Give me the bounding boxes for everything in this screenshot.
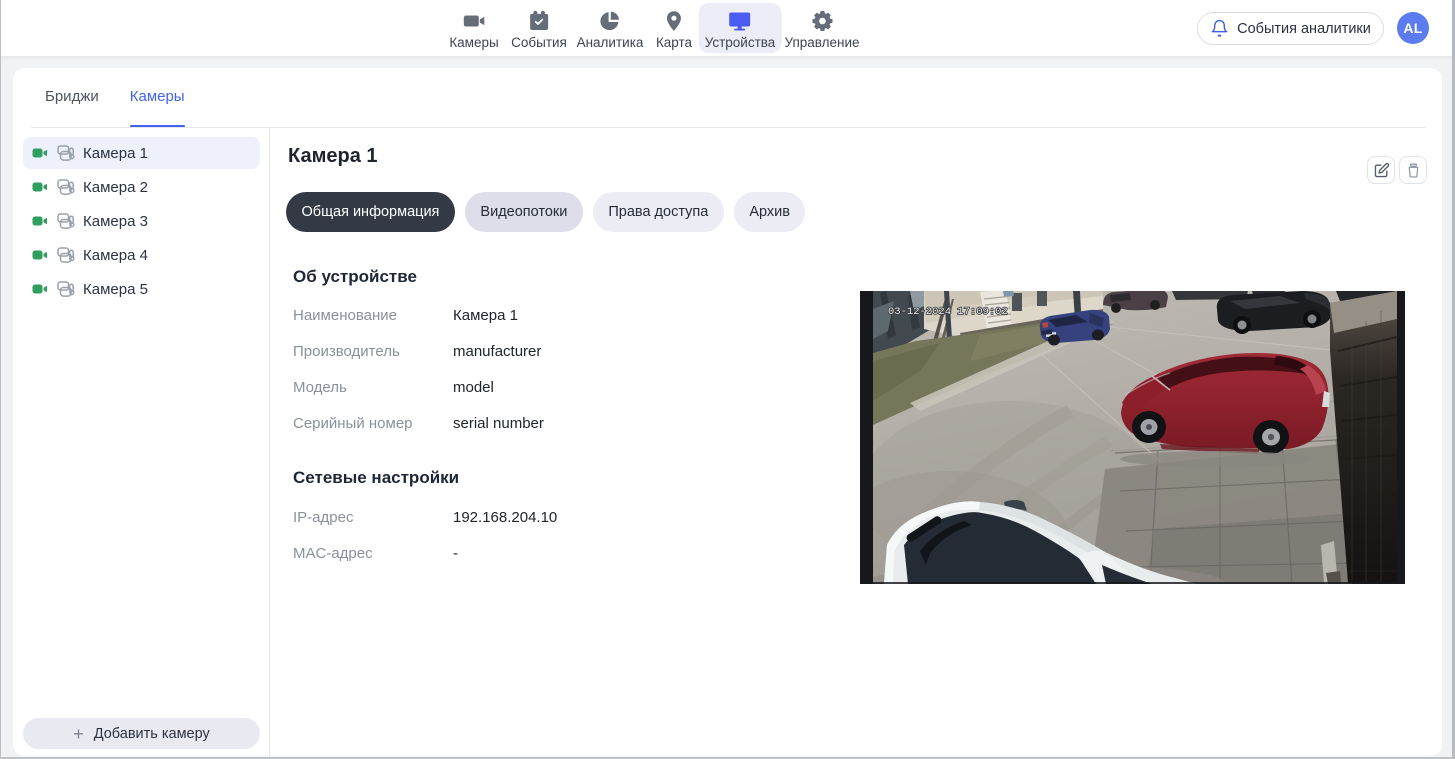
svg-text:03-12-2024 17:09:02: 03-12-2024 17:09:02 bbox=[888, 306, 1008, 318]
